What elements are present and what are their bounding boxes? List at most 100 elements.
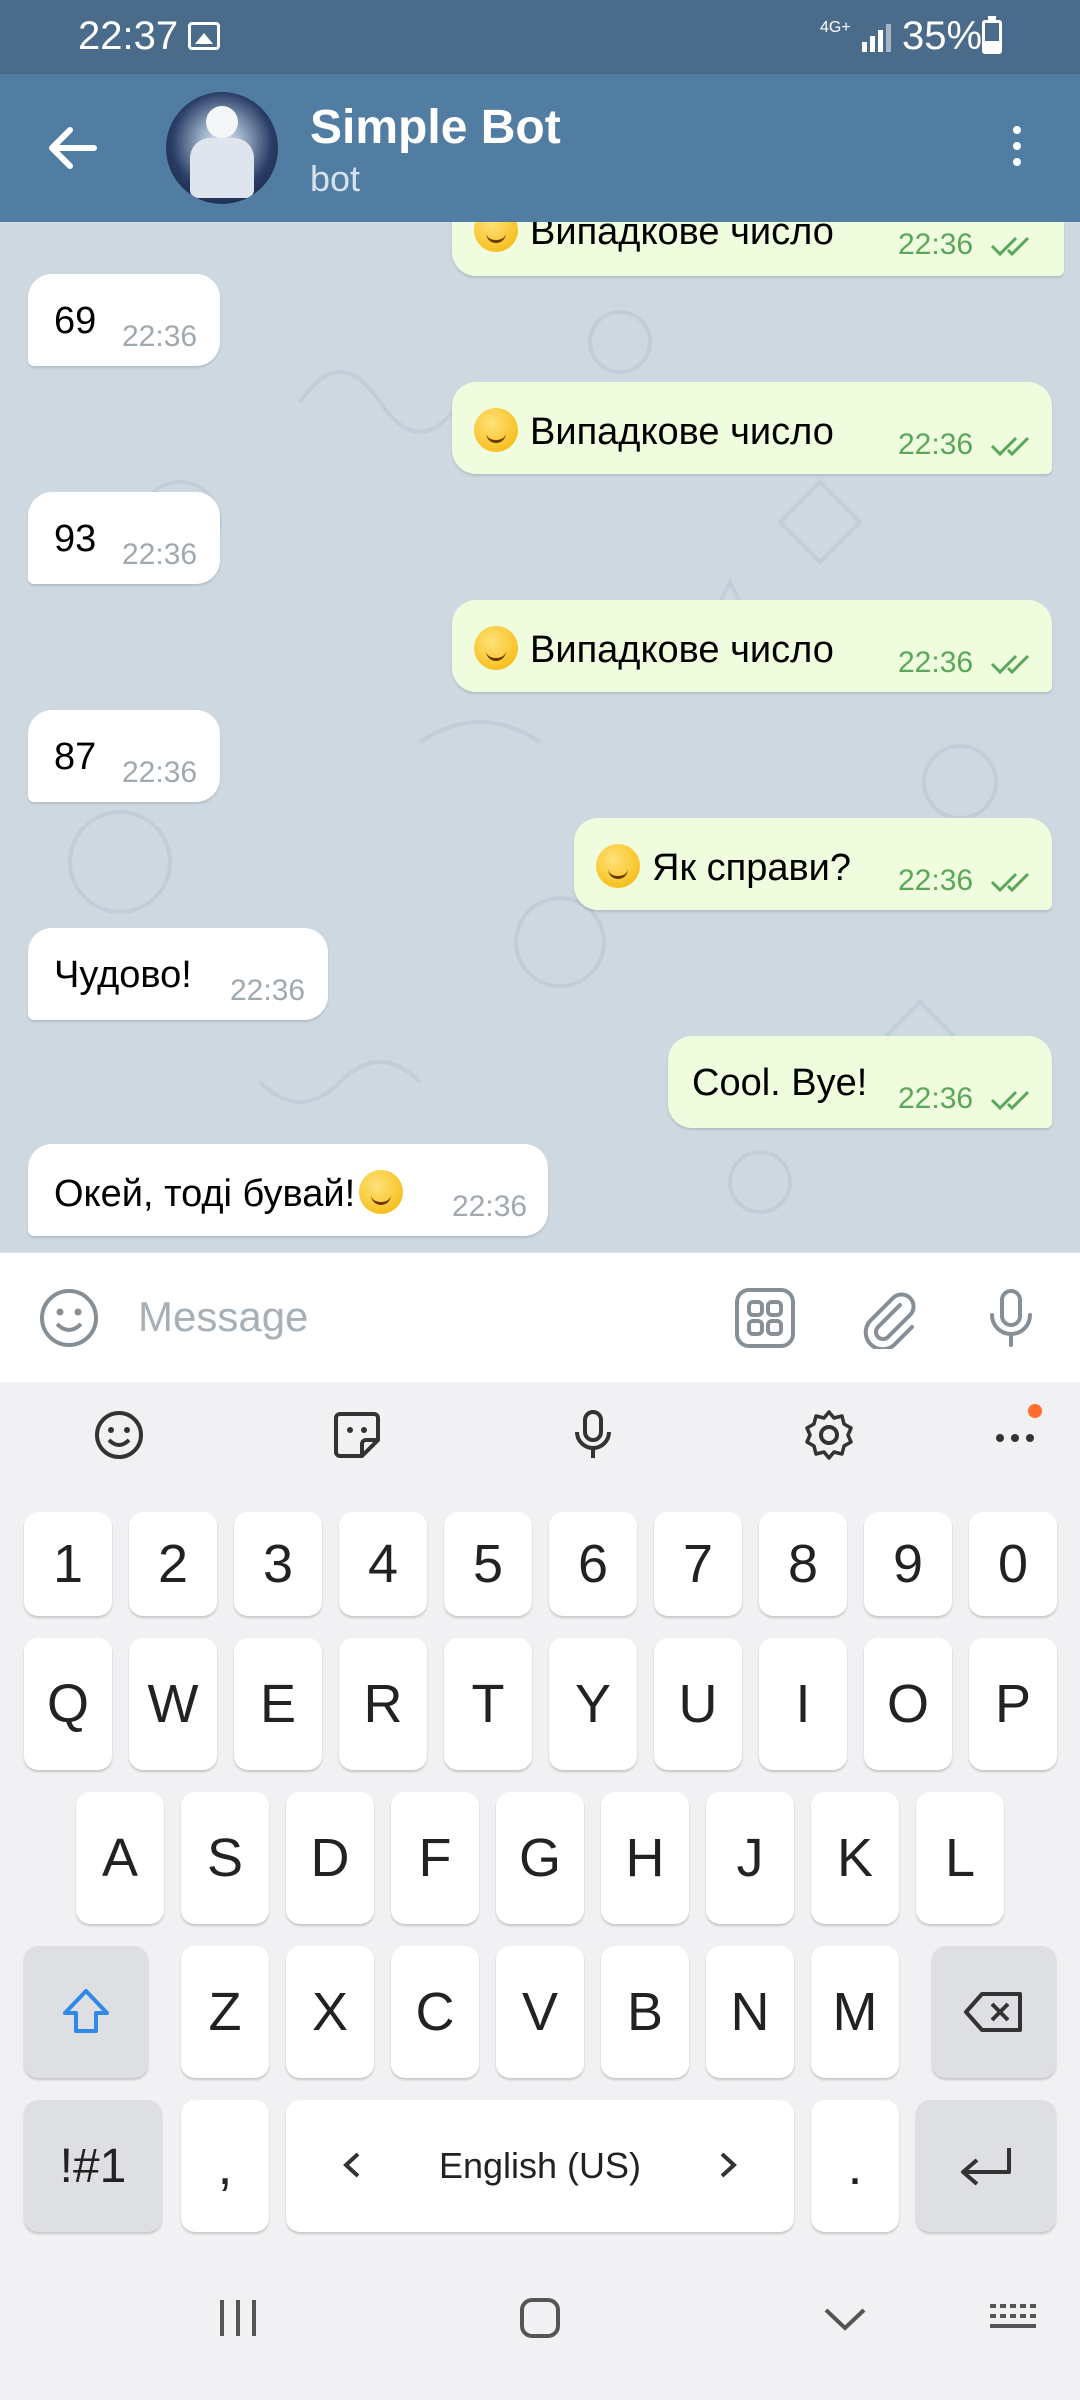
key-s[interactable]: S <box>181 1792 269 1924</box>
emoji-icon[interactable] <box>38 1287 100 1349</box>
key-7[interactable]: 7 <box>654 1512 742 1616</box>
space-key[interactable]: English (US) <box>286 2100 794 2232</box>
comma-key[interactable]: , <box>181 2100 269 2232</box>
message-bubble-outgoing[interactable]: Випадкове число 22:36 <box>452 382 1052 474</box>
message-bubble-incoming[interactable]: 93 22:36 <box>28 492 220 584</box>
key-t[interactable]: T <box>444 1638 532 1770</box>
message-bubble-outgoing[interactable]: Cool. Bye! 22:36 <box>668 1036 1052 1128</box>
key-0[interactable]: 0 <box>969 1512 1057 1616</box>
key-j[interactable]: J <box>706 1792 794 1924</box>
period-key[interactable]: . <box>811 2100 899 2232</box>
key-4[interactable]: 4 <box>339 1512 427 1616</box>
message-bubble-outgoing[interactable]: Випадкове число 22:36 <box>452 222 1064 276</box>
message-bubble-incoming[interactable]: 69 22:36 <box>28 274 220 366</box>
message-bubble-incoming[interactable]: Чудово! 22:36 <box>28 928 328 1020</box>
space-language-label: English (US) <box>438 2145 642 2186</box>
key-m[interactable]: M <box>811 1946 899 2078</box>
key-z[interactable]: Z <box>181 1946 269 2078</box>
signal-icon <box>862 24 891 52</box>
recent-apps-icon[interactable] <box>216 2292 260 2344</box>
sticker-icon[interactable] <box>330 1408 384 1462</box>
attach-icon[interactable] <box>858 1287 920 1349</box>
key-3[interactable]: 3 <box>234 1512 322 1616</box>
key-5[interactable]: 5 <box>444 1512 532 1616</box>
message-time: 22:36 <box>230 974 306 1007</box>
language-right-icon <box>720 2152 737 2178</box>
microphone-icon[interactable] <box>980 1287 1042 1349</box>
key-g[interactable]: G <box>496 1792 584 1924</box>
message-list[interactable]: Випадкове число 22:36 69 22:36 Випадкове… <box>0 222 1080 1252</box>
read-ticks-icon <box>990 436 1030 457</box>
notification-dot <box>1028 1404 1042 1418</box>
smiling-face-emoji <box>474 626 518 670</box>
message-input[interactable]: Message <box>138 1293 308 1341</box>
message-text: Як справи? <box>596 844 851 890</box>
read-ticks-icon <box>990 236 1030 257</box>
message-text-content: Випадкове число <box>530 222 834 253</box>
smiling-face-emoji <box>474 408 518 452</box>
key-w[interactable]: W <box>129 1638 217 1770</box>
message-time: 22:36 <box>122 756 198 789</box>
more-vertical-icon[interactable] <box>1010 126 1024 174</box>
star-struck-emoji <box>596 844 640 888</box>
gallery-notification-icon <box>188 22 220 50</box>
key-x[interactable]: X <box>286 1946 374 2078</box>
chat-header: Simple Bot bot <box>0 74 1080 222</box>
chat-title[interactable]: Simple Bot <box>310 100 561 155</box>
key-u[interactable]: U <box>654 1638 742 1770</box>
smiling-face-emoji <box>474 222 518 252</box>
message-bubble-outgoing[interactable]: Випадкове число 22:36 <box>452 600 1052 692</box>
enter-key[interactable] <box>916 2100 1056 2232</box>
key-k[interactable]: K <box>811 1792 899 1924</box>
key-6[interactable]: 6 <box>549 1512 637 1616</box>
message-text: Cool. Bye! <box>692 1062 868 1104</box>
key-r[interactable]: R <box>339 1638 427 1770</box>
back-down-icon[interactable] <box>818 2292 872 2344</box>
message-text-content: Випадкове число <box>530 629 834 671</box>
key-8[interactable]: 8 <box>759 1512 847 1616</box>
key-v[interactable]: V <box>496 1946 584 2078</box>
message-bubble-outgoing[interactable]: Як справи? 22:36 <box>574 818 1052 910</box>
key-d[interactable]: D <box>286 1792 374 1924</box>
message-composer: Message <box>0 1252 1080 1382</box>
key-n[interactable]: N <box>706 1946 794 2078</box>
key-q[interactable]: Q <box>24 1638 112 1770</box>
message-text: Випадкове число <box>474 222 834 254</box>
key-y[interactable]: Y <box>549 1638 637 1770</box>
bot-commands-icon[interactable] <box>734 1287 796 1349</box>
backspace-key[interactable] <box>932 1946 1056 2078</box>
shift-key[interactable] <box>24 1946 148 2078</box>
battery-level-fill <box>985 41 999 51</box>
avatar[interactable] <box>166 92 278 204</box>
robot-body <box>190 138 254 198</box>
key-9[interactable]: 9 <box>864 1512 952 1616</box>
message-bubble-incoming[interactable]: 87 22:36 <box>28 710 220 802</box>
battery-percent: 35% <box>902 14 983 58</box>
network-type-label: 4G+ <box>820 19 851 36</box>
key-o[interactable]: O <box>864 1638 952 1770</box>
key-l[interactable]: L <box>916 1792 1004 1924</box>
key-i[interactable]: I <box>759 1638 847 1770</box>
symbols-key[interactable]: !#1 <box>24 2100 162 2232</box>
waving-hand-emoji <box>359 1170 404 1214</box>
shift-icon <box>63 1989 109 2033</box>
key-c[interactable]: C <box>391 1946 479 2078</box>
emoji-icon[interactable] <box>92 1408 146 1462</box>
keyboard-icon[interactable] <box>986 2292 1040 2344</box>
key-b[interactable]: B <box>601 1946 689 2078</box>
key-f[interactable]: F <box>391 1792 479 1924</box>
back-arrow-icon[interactable] <box>44 120 104 176</box>
settings-icon[interactable] <box>802 1408 856 1462</box>
key-h[interactable]: H <box>601 1792 689 1924</box>
key-2[interactable]: 2 <box>129 1512 217 1616</box>
read-ticks-icon <box>990 872 1030 893</box>
status-bar: 22:37 4G+ 35% <box>0 0 1080 74</box>
message-bubble-incoming[interactable]: Окей, тоді бувай! 22:36 <box>28 1144 548 1236</box>
message-time: 22:36 <box>898 428 974 461</box>
key-e[interactable]: E <box>234 1638 322 1770</box>
key-p[interactable]: P <box>969 1638 1057 1770</box>
home-icon[interactable] <box>514 2292 566 2344</box>
voice-input-icon[interactable] <box>566 1408 620 1462</box>
key-a[interactable]: A <box>76 1792 164 1924</box>
key-1[interactable]: 1 <box>24 1512 112 1616</box>
